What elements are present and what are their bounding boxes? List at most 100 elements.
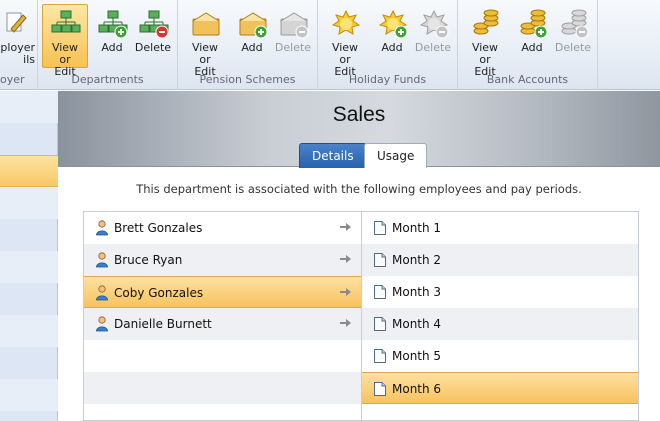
usage-description: This department is associated with the f… <box>136 182 582 196</box>
document-icon <box>374 349 386 363</box>
empty-row <box>84 372 361 404</box>
envelope-icon <box>280 12 309 39</box>
org-chart-icon <box>139 10 169 39</box>
sun-icon <box>378 9 408 39</box>
person-icon <box>96 252 108 268</box>
pay-period-list: Month 1 Month 2 Month 3 Month 4 Month 5 Month… <box>361 211 639 421</box>
holiday-funds-view-button[interactable]: View or Edit <box>322 4 368 78</box>
ribbon-group-bank-accounts: View or Edit Add Delete Bank Accounts <box>458 0 598 90</box>
envelope-icon <box>239 12 268 39</box>
holiday-funds-delete-label: Delete <box>414 41 452 54</box>
arrow-right-icon <box>340 288 351 296</box>
pay-period-name: Month 6 <box>392 382 442 396</box>
bank-accounts-delete-button[interactable]: Delete <box>550 4 596 68</box>
employer-details-button[interactable]: ployer ils <box>0 4 36 68</box>
holiday-funds-add-label: Add <box>381 41 403 54</box>
ribbon-group-label: oyer <box>0 73 25 86</box>
nav-row[interactable] <box>0 347 58 379</box>
pension-schemes-add-button[interactable]: Add <box>229 4 275 68</box>
holiday-funds-add-button[interactable]: Add <box>369 4 415 68</box>
pension-schemes-view-button[interactable]: View or Edit <box>182 4 228 78</box>
departments-add-button[interactable]: Add <box>89 4 135 68</box>
employee-row[interactable]: Bruce Ryan <box>84 244 361 276</box>
pay-period-name: Month 5 <box>392 349 442 363</box>
document-icon <box>374 382 386 396</box>
empty-row <box>84 404 361 421</box>
nav-row[interactable] <box>0 283 58 315</box>
pay-period-row[interactable]: Month 1 <box>362 212 638 244</box>
arrow-right-icon <box>340 255 351 263</box>
left-navigation <box>0 91 58 421</box>
coins-icon <box>520 9 548 39</box>
employee-row[interactable]: Coby Gonzales <box>84 276 361 308</box>
document-icon <box>374 253 386 267</box>
employee-list: Brett Gonzales Bruce Ryan Coby Gonzales Dan… <box>83 211 362 421</box>
ribbon: ployer ils oyer View or Edit Add Delete Dep… <box>0 0 660 90</box>
employee-row[interactable]: Danielle Burnett <box>84 308 361 340</box>
document-icon <box>374 317 386 331</box>
holiday-funds-delete-button[interactable]: Delete <box>410 4 456 68</box>
org-chart-icon <box>98 10 128 39</box>
person-icon <box>96 220 108 236</box>
page-title: Sales <box>332 103 386 126</box>
ribbon-group-label: Holiday Funds <box>348 73 427 86</box>
departments-view-button[interactable]: View or Edit <box>42 4 88 78</box>
sun-icon <box>331 9 361 35</box>
pay-period-name: Month 3 <box>392 285 442 299</box>
ribbon-group-label: Bank Accounts <box>486 73 569 86</box>
departments-delete-button[interactable]: Delete <box>130 4 176 68</box>
pay-period-row[interactable]: Month 3 <box>362 276 638 308</box>
departments-delete-label: Delete <box>134 41 172 54</box>
page-header: Sales Details Usage <box>58 91 660 168</box>
employee-name: Danielle Burnett <box>114 317 212 331</box>
pencil-icon <box>6 12 27 33</box>
nav-row-selected[interactable] <box>0 155 58 187</box>
ribbon-group-employer: ployer ils oyer <box>0 0 38 90</box>
ribbon-group-holiday-funds: View or Edit Add Delete Holiday Funds <box>318 0 458 90</box>
coins-icon <box>561 9 589 39</box>
ribbon-group-label: Departments <box>71 73 144 86</box>
bank-accounts-delete-label: Delete <box>554 41 592 54</box>
pension-schemes-add-label: Add <box>241 41 263 54</box>
person-icon <box>96 285 108 301</box>
nav-row[interactable] <box>0 251 58 283</box>
bank-accounts-add-button[interactable]: Add <box>509 4 555 68</box>
bank-accounts-view-button[interactable]: View or Edit <box>462 4 508 78</box>
document-icon <box>374 221 386 235</box>
coins-icon <box>473 9 499 35</box>
nav-row[interactable] <box>0 123 58 155</box>
ribbon-group-label: Pension Schemes <box>199 73 296 86</box>
nav-row[interactable] <box>0 379 58 411</box>
sun-icon <box>419 9 449 39</box>
ribbon-group-departments: View or Edit Add Delete Departments <box>38 0 178 90</box>
envelope-icon <box>192 12 220 36</box>
pension-schemes-delete-label: Delete <box>274 41 312 54</box>
org-chart-icon <box>51 10 81 33</box>
arrow-right-icon <box>340 223 351 231</box>
pay-period-name: Month 4 <box>392 317 442 331</box>
tab-usage[interactable]: Usage <box>364 143 428 168</box>
pay-period-row[interactable]: Month 2 <box>362 244 638 276</box>
nav-row[interactable] <box>0 187 58 219</box>
person-icon <box>96 316 108 332</box>
nav-row[interactable] <box>0 219 58 251</box>
pay-period-name: Month 1 <box>392 221 442 235</box>
employee-name: Brett Gonzales <box>114 221 203 235</box>
document-icon <box>374 285 386 299</box>
empty-row <box>362 404 638 421</box>
pension-schemes-delete-button[interactable]: Delete <box>270 4 316 68</box>
nav-row[interactable] <box>0 91 58 123</box>
tab-details[interactable]: Details <box>299 143 367 168</box>
ribbon-group-pension-schemes: View or Edit Add Delete Pension Schemes <box>178 0 318 90</box>
employee-row[interactable]: Brett Gonzales <box>84 212 361 244</box>
pay-period-row[interactable]: Month 4 <box>362 308 638 340</box>
employee-name: Bruce Ryan <box>114 253 183 267</box>
departments-add-label: Add <box>101 41 123 54</box>
arrow-right-icon <box>340 319 351 327</box>
pay-period-row[interactable]: Month 6 <box>362 372 638 404</box>
empty-row <box>84 340 361 372</box>
bank-accounts-add-label: Add <box>521 41 543 54</box>
nav-row[interactable] <box>0 315 58 347</box>
pay-period-row[interactable]: Month 5 <box>362 340 638 372</box>
pay-period-name: Month 2 <box>392 253 442 267</box>
